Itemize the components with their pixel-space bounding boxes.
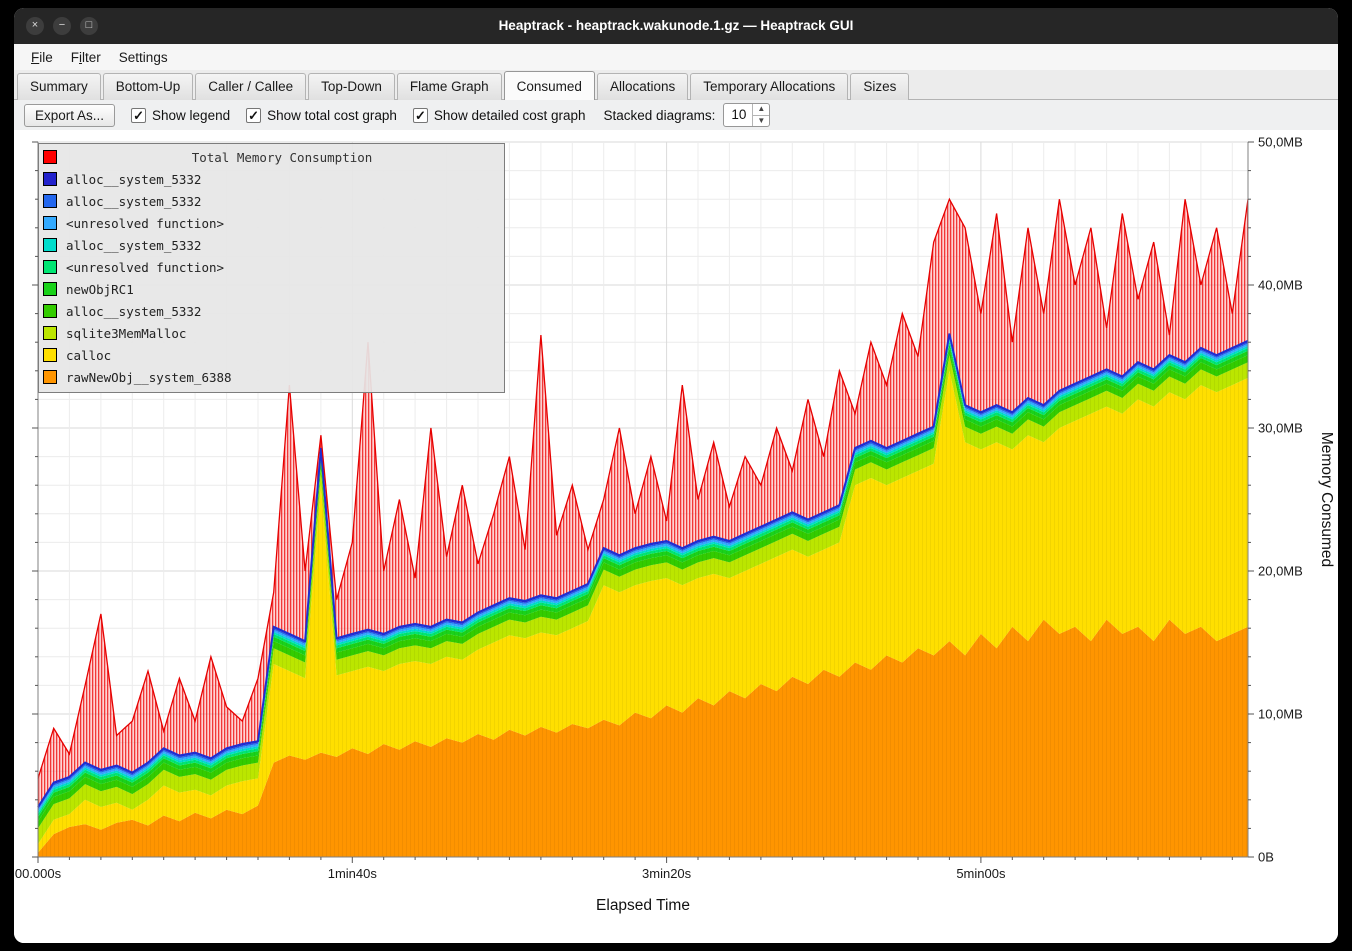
legend-swatch (43, 304, 57, 318)
svg-text:10,0MB: 10,0MB (1258, 707, 1303, 722)
svg-text:00.000s: 00.000s (15, 866, 62, 881)
legend-title-row: Total Memory Consumption (43, 146, 498, 168)
legend-swatch (43, 238, 57, 252)
spinner-up-button[interactable]: ▲ (753, 104, 769, 116)
legend-swatch (43, 326, 57, 340)
tab-bottom-up[interactable]: Bottom-Up (103, 73, 194, 100)
legend-row: calloc (43, 344, 498, 366)
svg-text:5min00s: 5min00s (956, 866, 1006, 881)
legend-row: alloc__system_5332 (43, 190, 498, 212)
stacked-diagrams-spinner[interactable]: 10 ▲ ▼ (723, 103, 770, 127)
menu-bar: FileFilterSettings (14, 44, 1338, 70)
menu-filter[interactable]: Filter (62, 47, 110, 68)
checkbox-label: Show total cost graph (267, 108, 397, 123)
window-controls: × − □ (26, 17, 98, 35)
legend-label: alloc__system_5332 (66, 238, 201, 253)
legend-row: rawNewObj__system_6388 (43, 366, 498, 388)
legend-swatch (43, 348, 57, 362)
svg-text:1min40s: 1min40s (328, 866, 378, 881)
tab-temporary-allocations[interactable]: Temporary Allocations (690, 73, 848, 100)
tab-top-down[interactable]: Top-Down (308, 73, 395, 100)
close-button[interactable]: × (26, 17, 44, 35)
app-window: × − □ Heaptrack - heaptrack.wakunode.1.g… (14, 8, 1338, 943)
tab-sizes[interactable]: Sizes (850, 73, 909, 100)
legend-label: alloc__system_5332 (66, 194, 201, 209)
minimize-button[interactable]: − (53, 17, 71, 35)
legend-swatch (43, 216, 57, 230)
export-as-button[interactable]: Export As... (24, 104, 115, 127)
legend-label: alloc__system_5332 (66, 172, 201, 187)
legend-row: alloc__system_5332 (43, 234, 498, 256)
checkbox-show-detailed-cost-graph[interactable]: ✓ Show detailed cost graph (413, 108, 586, 123)
menu-file[interactable]: File (22, 47, 62, 68)
tab-consumed[interactable]: Consumed (504, 71, 595, 100)
tab-summary[interactable]: Summary (17, 73, 101, 100)
legend-row: <unresolved function> (43, 212, 498, 234)
svg-text:50,0MB: 50,0MB (1258, 135, 1303, 150)
checkbox-label: Show detailed cost graph (434, 108, 586, 123)
spinner-buttons: ▲ ▼ (752, 104, 769, 126)
checkbox-icon[interactable]: ✓ (413, 108, 428, 123)
svg-text:0B: 0B (1258, 850, 1274, 865)
legend-label: <unresolved function> (66, 260, 224, 275)
legend-row: newObjRC1 (43, 278, 498, 300)
checkbox-icon[interactable]: ✓ (131, 108, 146, 123)
svg-text:20,0MB: 20,0MB (1258, 564, 1303, 579)
close-icon: × (32, 19, 38, 31)
title-bar[interactable]: × − □ Heaptrack - heaptrack.wakunode.1.g… (14, 8, 1338, 44)
maximize-icon: □ (86, 19, 93, 31)
legend-label: Total Memory Consumption (66, 150, 498, 165)
chart-legend: Total Memory Consumption alloc__system_53… (38, 143, 505, 393)
legend-swatch (43, 370, 57, 384)
toolbar-checkboxes: ✓ Show legend ✓ Show total cost graph ✓ Show … (131, 108, 586, 123)
legend-swatch (43, 260, 57, 274)
checkbox-label: Show legend (152, 108, 230, 123)
legend-swatch (43, 172, 57, 186)
legend-label: rawNewObj__system_6388 (66, 370, 232, 385)
legend-label: sqlite3MemMalloc (66, 326, 186, 341)
menu-settings[interactable]: Settings (110, 47, 177, 68)
legend-row: sqlite3MemMalloc (43, 322, 498, 344)
legend-swatch (43, 194, 57, 208)
checkbox-show-legend[interactable]: ✓ Show legend (131, 108, 230, 123)
maximize-button[interactable]: □ (80, 17, 98, 35)
tab-allocations[interactable]: Allocations (597, 73, 688, 100)
legend-label: newObjRC1 (66, 282, 134, 297)
legend-label: <unresolved function> (66, 216, 224, 231)
tab-flame-graph[interactable]: Flame Graph (397, 73, 502, 100)
svg-text:3min20s: 3min20s (642, 866, 692, 881)
checkbox-icon[interactable]: ✓ (246, 108, 261, 123)
consumed-chart[interactable]: 0B 10,0MB 20,0MB 30,0MB 40,0MB 50,0MB 00.000s 1… (14, 130, 1338, 943)
stacked-diagrams-label: Stacked diagrams: (604, 108, 716, 123)
legend-row: alloc__system_5332 (43, 168, 498, 190)
legend-swatch (43, 150, 57, 164)
svg-text:30,0MB: 30,0MB (1258, 421, 1303, 436)
spinner-down-button[interactable]: ▼ (753, 116, 769, 127)
spinner-value[interactable]: 10 (724, 104, 752, 126)
tab-caller-callee[interactable]: Caller / Callee (195, 73, 306, 100)
minimize-icon: − (59, 19, 65, 31)
legend-label: alloc__system_5332 (66, 304, 201, 319)
toolbar: Export As... ✓ Show legend ✓ Show total cos… (14, 100, 1338, 130)
legend-row: <unresolved function> (43, 256, 498, 278)
svg-text:Elapsed Time: Elapsed Time (596, 897, 690, 914)
tab-bar: SummaryBottom-UpCaller / CalleeTop-DownF… (14, 70, 1338, 100)
checkbox-show-total-cost-graph[interactable]: ✓ Show total cost graph (246, 108, 397, 123)
legend-swatch (43, 282, 57, 296)
svg-text:40,0MB: 40,0MB (1258, 278, 1303, 293)
svg-text:Memory Consumed: Memory Consumed (1318, 432, 1335, 567)
window-title: Heaptrack - heaptrack.wakunode.1.gz — He… (134, 8, 1218, 44)
legend-row: alloc__system_5332 (43, 300, 498, 322)
legend-label: calloc (66, 348, 111, 363)
